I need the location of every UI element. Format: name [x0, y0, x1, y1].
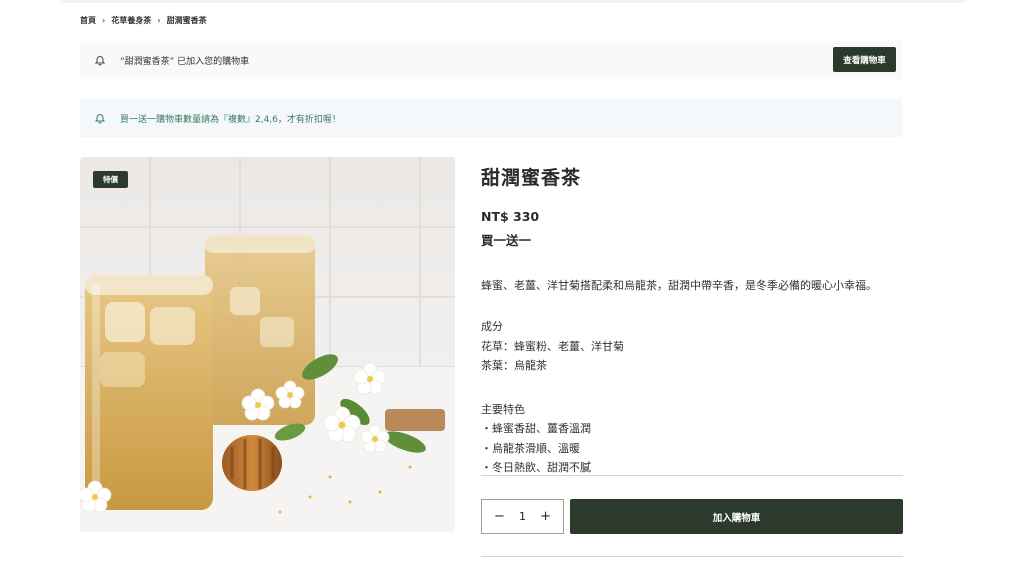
ingredients-heading: 成分 — [481, 320, 503, 333]
product-price: NT$ 330 — [481, 209, 540, 224]
promo-label: 買一送一 — [481, 233, 532, 248]
divider — [481, 475, 903, 476]
chevron-right-icon: › — [102, 16, 106, 25]
product-title: 甜潤蜜香茶 — [481, 167, 582, 189]
promo-notice: 買一送一購物車數量請為『複數』2,4,6，才有折扣喔！ — [80, 99, 902, 137]
product-photo — [80, 157, 455, 532]
quantity-value[interactable]: 1 — [519, 510, 526, 523]
breadcrumb-category-link[interactable]: 花草養身茶 — [111, 15, 151, 26]
bell-icon — [80, 112, 120, 124]
divider — [481, 556, 903, 557]
increase-quantity-button[interactable]: + — [540, 509, 551, 524]
sale-badge: 特價 — [93, 171, 128, 188]
bell-icon — [80, 54, 120, 66]
promo-notice-message: 買一送一購物車數量請為『複數』2,4,6，才有折扣喔！ — [120, 114, 341, 125]
features-block: 主要特色 ・蜂蜜香甜、薑香溫潤 ・烏龍茶滑順、溫暖 ・冬日熱飲、甜潤不膩 — [481, 400, 903, 478]
cart-added-notice: “甜潤蜜香茶” 已加入您的購物車 查看購物車 — [80, 41, 902, 79]
view-cart-button[interactable]: 查看購物車 — [833, 47, 896, 72]
product-image[interactable]: 特價 — [80, 157, 455, 532]
chevron-right-icon: › — [157, 16, 161, 25]
breadcrumb-home-link[interactable]: 首頁 — [80, 15, 96, 26]
top-border — [60, 0, 965, 3]
feature-line: ・蜂蜜香甜、薑香溫潤 — [481, 422, 591, 435]
product-info: 甜潤蜜香茶 NT$ 330 買一送一 蜂蜜、老薑、洋甘菊搭配柔和烏龍茶，甜潤中帶… — [481, 157, 903, 478]
features-heading: 主要特色 — [481, 402, 525, 416]
feature-line: ・烏龍茶滑順、溫暖 — [481, 441, 580, 455]
quantity-stepper: − 1 + — [481, 499, 564, 534]
ingredient-line: 茶葉：烏龍茶 — [481, 359, 547, 372]
breadcrumb: 首頁 › 花草養身茶 › 甜潤蜜香茶 — [80, 15, 207, 26]
cart-notice-message: “甜潤蜜香茶” 已加入您的購物車 — [120, 56, 250, 67]
add-to-cart-button[interactable]: 加入購物車 — [570, 499, 903, 534]
decrease-quantity-button[interactable]: − — [494, 509, 505, 524]
ingredients-block: 成分 花草：蜂蜜粉、老薑、洋甘菊 茶葉：烏龍茶 — [481, 317, 903, 376]
breadcrumb-current: 甜潤蜜香茶 — [166, 16, 207, 25]
product-description: 蜂蜜、老薑、洋甘菊搭配柔和烏龍茶，甜潤中帶辛香，是冬季必備的暖心小幸福。 — [481, 279, 877, 292]
ingredient-line: 花草：蜂蜜粉、老薑、洋甘菊 — [481, 339, 624, 353]
